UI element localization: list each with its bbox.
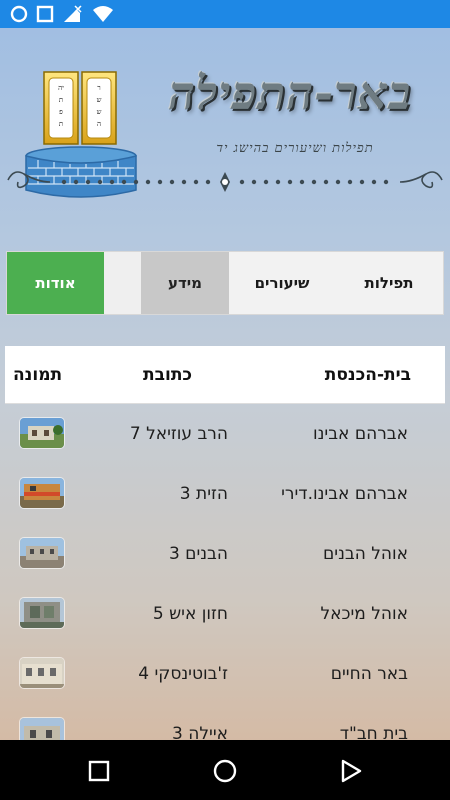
synagogue-name: בית חב"ד: [339, 724, 408, 740]
no-signal-icon: [62, 4, 84, 24]
tab-about[interactable]: אודות: [7, 252, 104, 314]
tablet-letter: ה: [97, 120, 101, 128]
tablets-logo-icon: יה ת פ ת ר ש ש ה: [43, 71, 117, 145]
table-row[interactable]: חזון איש 5 אוהל מיכאל: [0, 584, 450, 644]
tab-prayers[interactable]: תפילות: [335, 252, 443, 314]
table-row[interactable]: הבנים 3 אוהל הבנים: [0, 524, 450, 584]
column-header-image: תמונה: [13, 365, 63, 385]
table-header: תמונה כתובת בית-הכנסת: [5, 346, 445, 404]
table-row[interactable]: איילה 3 בית חב"ד: [0, 704, 450, 740]
navigation-bar: [0, 740, 450, 800]
synagogue-address: ז'בוטינסקי 4: [138, 664, 228, 684]
table-row[interactable]: הרב עוזיאל 7 אברהם אבינו: [0, 404, 450, 464]
synagogue-photo[interactable]: [20, 538, 64, 568]
tablet-letter: ר: [97, 84, 100, 92]
tablet-letter: ש: [97, 108, 102, 116]
synagogue-name: אברהם אבינו.דירי: [281, 484, 408, 504]
column-header-address: כתובת: [143, 365, 193, 385]
synagogue-list[interactable]: הרב עוזיאל 7 אברהם אבינו הזית 3 אברהם אב…: [0, 404, 450, 740]
ornament-divider-icon: [7, 171, 443, 192]
synagogue-name: אברהם אבינו: [312, 424, 408, 444]
synagogue-name: אוהל הבנים: [323, 544, 408, 564]
back-icon[interactable]: [336, 756, 366, 786]
synagogue-address: חזון איש 5: [152, 604, 228, 624]
home-icon[interactable]: [210, 756, 240, 786]
tablet-letter: ת: [59, 120, 63, 128]
synagogue-photo[interactable]: [20, 418, 64, 448]
synagogue-photo[interactable]: [20, 598, 64, 628]
square-icon: [36, 5, 54, 23]
synagogue-name: אוהל מיכאל: [320, 604, 408, 624]
tablet-letter: ת: [59, 96, 63, 104]
recents-icon[interactable]: [84, 756, 114, 786]
synagogue-photo[interactable]: [20, 478, 64, 508]
app-header: יה ת פ ת ר ש ש ה באר-התפילה תפילות ושיעו…: [0, 28, 450, 218]
wifi-icon: [92, 5, 114, 23]
tablet-letter: פ: [59, 108, 63, 116]
table-row[interactable]: הזית 3 אברהם אבינו.דירי: [0, 464, 450, 524]
synagogue-address: הבנים 3: [168, 544, 228, 564]
app-title: באר-התפילה: [168, 66, 412, 120]
synagogue-photo[interactable]: [20, 718, 64, 740]
app-subtitle: תפילות ושיעורים בהישג יד: [216, 141, 374, 156]
tab-bar: אודות מידע שיעורים תפילות: [6, 251, 444, 315]
circle-icon: [10, 5, 28, 23]
tab-info[interactable]: מידע: [141, 252, 229, 314]
tab-lessons[interactable]: שיעורים: [229, 252, 335, 314]
synagogue-address: הרב עוזיאל 7: [129, 424, 228, 444]
synagogue-name: באר החיים: [330, 664, 408, 684]
tablet-letter: יה: [58, 84, 64, 92]
table-row[interactable]: ז'בוטינסקי 4 באר החיים: [0, 644, 450, 704]
synagogue-address: הזית 3: [179, 484, 228, 504]
column-header-synagogue: בית-הכנסת: [324, 365, 411, 385]
tablet-letter: ש: [97, 96, 102, 104]
synagogue-address: איילה 3: [172, 724, 228, 740]
tab-blank[interactable]: [104, 252, 141, 314]
status-bar: [0, 0, 450, 28]
synagogue-photo[interactable]: [20, 658, 64, 688]
